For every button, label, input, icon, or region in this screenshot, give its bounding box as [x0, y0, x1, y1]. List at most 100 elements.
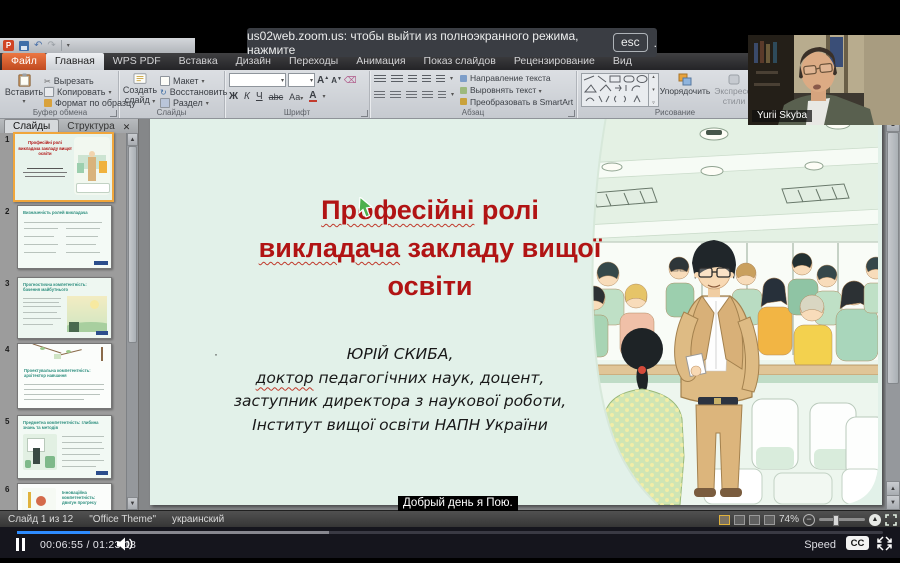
volume-icon[interactable] [117, 537, 134, 551]
align-left-icon[interactable] [374, 91, 385, 99]
fit-slide-icon[interactable]: ▲ [869, 514, 881, 526]
zoom-level[interactable]: 74% [779, 514, 799, 525]
webcam-video-tile[interactable]: Yurii Skyba [748, 35, 900, 125]
align-text-button[interactable]: Выровнять текст ▾ [460, 85, 573, 96]
zoom-slider[interactable] [819, 518, 865, 521]
paste-button[interactable]: Вставить ▾ [6, 73, 42, 107]
scroll-up-icon[interactable]: ▲ [127, 133, 138, 146]
normal-view-icon[interactable] [719, 515, 730, 525]
zoom-out-icon[interactable]: − [803, 514, 815, 526]
font-name-combo[interactable]: ▾ [229, 73, 286, 87]
slide-thumbnail-5[interactable]: Предметна компетентність: глибина знань … [17, 415, 112, 479]
author-line-3: заступник директора з наукової роботи, [170, 390, 630, 414]
clear-formatting-icon[interactable]: ⌫ [344, 75, 357, 86]
arrange-label: Упорядочить [660, 86, 711, 96]
speed-button[interactable]: Speed [804, 539, 836, 551]
smartart-button[interactable]: Преобразовать в SmartArt [460, 96, 573, 107]
main-scrollbar-thumb[interactable] [887, 132, 899, 384]
tab-home[interactable]: Главная [46, 53, 104, 70]
increase-indent-icon[interactable] [422, 75, 431, 83]
align-justify-icon[interactable] [422, 91, 433, 99]
columns-icon[interactable] [438, 91, 446, 99]
fullscreen-icon[interactable] [877, 536, 892, 551]
pause-button[interactable] [16, 538, 25, 551]
fullscreen-notification: us02web.zoom.us: чтобы выйти из полноэкр… [247, 28, 657, 57]
redo-icon[interactable]: ↷ [47, 40, 55, 51]
clipboard-dialog-launcher[interactable] [110, 110, 117, 117]
scroll-down-icon[interactable]: ▼ [127, 497, 138, 510]
slide-canvas[interactable]: Професійні ролі викладача закладу вищої … [150, 117, 882, 505]
statusbar-right: 74% − ▲ [719, 511, 897, 528]
theme-name[interactable]: "Office Theme" [89, 514, 156, 525]
slide-thumbnail-6[interactable]: Інноваційна компетентність: двигун прогр… [17, 483, 112, 510]
reset-button[interactable]: ↻ Восстановить [160, 87, 227, 97]
layout-dropdown-icon[interactable]: ▾ [201, 78, 204, 85]
sidebar-scrollbar[interactable]: ▲ ▼ [126, 133, 138, 510]
shapes-scroll[interactable]: ▴▾▿ [648, 74, 658, 106]
slide-thumbnail-1[interactable]: Професійні ролі викладача закладу вищої … [13, 132, 114, 202]
font-dialog-launcher[interactable] [361, 110, 368, 117]
font-size-combo[interactable]: ▾ [288, 73, 315, 87]
numbering-icon[interactable] [391, 75, 403, 83]
author-line-1: ЮРІЙ СКИБА, [170, 343, 630, 367]
tab-insert[interactable]: Вставка [170, 53, 227, 70]
new-slide-button[interactable]: Создать слайд ▾ [123, 73, 157, 107]
underline-button[interactable]: Ч [256, 91, 263, 102]
line-spacing-dropdown-icon[interactable]: ▾ [450, 75, 453, 82]
slide-author-block[interactable]: ЮРІЙ СКИБА, доктор педагогічних наук, до… [170, 343, 630, 437]
closed-captions-button[interactable]: CC [846, 536, 869, 550]
font-color-button[interactable]: А [309, 91, 316, 102]
slide-sorter-icon[interactable] [734, 515, 745, 525]
font-color-dropdown-icon[interactable]: ▾ [323, 93, 326, 100]
reading-view-icon[interactable] [749, 515, 760, 525]
clipboard-group-label: Буфер обмена [2, 108, 118, 118]
new-slide-label-1: Создать [123, 85, 157, 95]
slide-thumbnail-3[interactable]: Прогностична компетентність: бачення май… [17, 277, 112, 339]
shrink-font-icon[interactable]: А▼ [331, 76, 342, 85]
strikethrough-button[interactable]: abc [269, 92, 284, 102]
layout-button[interactable]: Макет ▾ [160, 76, 227, 86]
seek-bar[interactable] [17, 531, 883, 534]
undo-icon[interactable]: ↶ [34, 40, 42, 51]
thumb1-title: Професійні ролі викладача закладу вищої … [17, 140, 73, 157]
slide-thumbnail-4[interactable]: Проектувальна компетентність: архітектор… [17, 343, 112, 409]
next-slide-icon[interactable]: ▼ [886, 495, 900, 510]
qat-dropdown-icon[interactable]: ▾ [67, 42, 70, 49]
tab-slides-panel[interactable]: Слайды [4, 119, 59, 133]
expand-view-icon[interactable] [885, 514, 897, 526]
bullets-icon[interactable] [374, 75, 386, 83]
slide-thumbnail-2[interactable]: Визначеність ролей викладача [17, 205, 112, 269]
text-direction-button[interactable]: Направление текста [460, 73, 573, 84]
tab-file[interactable]: Файл [2, 53, 46, 70]
decrease-indent-icon[interactable] [408, 75, 417, 83]
close-panel-icon[interactable]: ✕ [123, 121, 139, 133]
main-scrollbar[interactable]: ▲ ▲ ▼ [885, 117, 900, 510]
thumb6-title: Інноваційна компетентність: двигун прогр… [62, 490, 108, 505]
zoom-slider-thumb[interactable] [833, 515, 839, 526]
slide-panel-tabs: Слайды Структура ✕ [0, 117, 138, 133]
shapes-gallery[interactable]: ▴▾▿ [581, 73, 659, 107]
italic-button[interactable]: К [244, 91, 250, 102]
copy-dropdown-icon[interactable]: ▾ [108, 89, 111, 96]
slide-title[interactable]: Професійні ролі викладача закладу вищої … [180, 191, 680, 305]
tab-wps-pdf[interactable]: WPS PDF [104, 53, 170, 70]
slideshow-icon[interactable] [764, 515, 775, 525]
change-case-button[interactable]: Аа▾ [289, 92, 303, 102]
save-icon[interactable] [19, 41, 29, 51]
grow-font-icon[interactable]: А▲ [317, 75, 329, 86]
previous-slide-icon[interactable]: ▲ [886, 481, 900, 496]
paste-dropdown-icon[interactable]: ▾ [22, 97, 25, 107]
align-right-icon[interactable] [406, 91, 417, 99]
section-dropdown-icon[interactable]: ▾ [206, 100, 209, 107]
section-button[interactable]: Раздел ▾ [160, 98, 227, 108]
language-indicator[interactable]: украинский [172, 514, 224, 525]
line-spacing-icon[interactable] [436, 75, 445, 83]
paragraph-dialog-launcher[interactable] [568, 110, 575, 117]
arrange-button[interactable]: Упорядочить [663, 73, 707, 107]
align-center-icon[interactable] [390, 91, 401, 99]
thumb2-footer-bar [94, 261, 108, 265]
sidebar-scrollbar-thumb[interactable] [128, 146, 137, 343]
columns-dropdown-icon[interactable]: ▾ [451, 91, 454, 98]
bold-button[interactable]: Ж [229, 91, 238, 102]
subtitle-caption: Добрый день я Пою. [398, 496, 518, 511]
